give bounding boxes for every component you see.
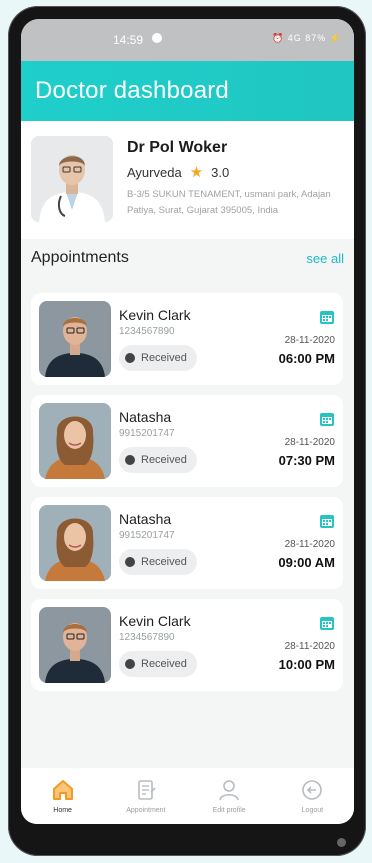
patient-avatar — [39, 505, 111, 581]
patient-phone: 9915201747 — [119, 530, 175, 541]
camera-dot-icon — [337, 838, 346, 847]
home-icon — [52, 780, 73, 800]
phone-device: 14:59 ⏰ 4G 87% ⚡ Doctor dashboard Dr Pol… — [8, 6, 366, 856]
appointment-time: 07:30 PM — [278, 453, 335, 468]
tab-appointment[interactable]: Appointment — [104, 768, 187, 824]
status-bar: 14:59 ⏰ 4G 87% ⚡ — [21, 19, 354, 61]
status-badge: Received — [119, 345, 197, 371]
appointments-title: Appointments — [31, 249, 129, 266]
appointment-time: 06:00 PM — [278, 351, 335, 366]
status-dot-icon — [125, 353, 135, 363]
appointment-card[interactable]: Natasha 9915201747 Received 28-11-2020 0… — [31, 395, 343, 487]
device-bottom-bezel — [8, 829, 366, 856]
appointment-card[interactable]: Kevin Clark 1234567890 Received 28-11-20… — [31, 599, 343, 691]
patient-name: Natasha — [119, 409, 172, 425]
patient-avatar — [39, 301, 111, 377]
tab-logout-label: Logout — [301, 807, 324, 814]
calendar-icon — [320, 413, 334, 426]
appointments-header: Appointments see all — [31, 239, 344, 277]
doctor-specialty-row: Ayurveda ★ 3.0 — [127, 163, 229, 181]
status-time: 14:59 — [113, 33, 144, 47]
appointment-date: 28-11-2020 — [284, 437, 335, 448]
app-header: Doctor dashboard — [21, 61, 354, 121]
status-badge: Received — [119, 447, 197, 473]
status-dot-icon — [125, 659, 135, 669]
page-title: Doctor dashboard — [35, 77, 229, 104]
appointment-time: 09:00 AM — [278, 555, 335, 570]
appointment-card[interactable]: Kevin Clark 1234567890 Received 28-11-20… — [31, 293, 343, 385]
appointment-date: 28-11-2020 — [284, 335, 335, 346]
tab-logout[interactable]: Logout — [271, 768, 354, 824]
tab-edit-profile[interactable]: Edit profile — [188, 768, 271, 824]
appointment-card[interactable]: Natasha 9915201747 Received 28-11-2020 0… — [31, 497, 343, 589]
status-dot-icon — [125, 557, 135, 567]
see-all-link[interactable]: see all — [306, 251, 344, 266]
doctor-avatar — [31, 136, 113, 222]
appointment-date: 28-11-2020 — [284, 641, 335, 652]
doctor-rating: 3.0 — [211, 164, 230, 180]
status-dot-icon — [125, 455, 135, 465]
tab-home-label: Home — [53, 807, 72, 814]
patient-avatar — [39, 607, 111, 683]
status-text: Received — [141, 352, 187, 364]
tab-appointment-label: Appointment — [126, 807, 166, 814]
doctor-name: Dr Pol Woker — [127, 139, 228, 156]
appointment-date: 28-11-2020 — [284, 539, 335, 550]
logout-icon — [302, 780, 323, 800]
status-text: Received — [141, 454, 187, 466]
calendar-icon — [320, 311, 334, 324]
patient-phone: 1234567890 — [119, 632, 175, 643]
patient-name: Kevin Clark — [119, 307, 191, 323]
tab-edit-profile-label: Edit profile — [212, 807, 246, 814]
calendar-icon — [320, 617, 334, 630]
star-icon: ★ — [189, 164, 204, 181]
status-badge: Received — [119, 549, 197, 575]
doctor-profile-card[interactable]: Dr Pol Woker Ayurveda ★ 3.0 B-3/5 SUKUN … — [21, 121, 354, 239]
patient-phone: 1234567890 — [119, 326, 175, 337]
status-text: Received — [141, 556, 187, 568]
patient-name: Natasha — [119, 511, 172, 527]
patient-avatar — [39, 403, 111, 479]
status-badge: Received — [119, 651, 197, 677]
patient-phone: 9915201747 — [119, 428, 175, 439]
appointment-icon — [138, 780, 156, 800]
status-indicators: ⏰ 4G 87% ⚡ — [272, 33, 342, 43]
patient-name: Kevin Clark — [119, 613, 191, 629]
appointment-time: 10:00 PM — [278, 657, 335, 672]
doctor-specialty: Ayurveda — [127, 164, 182, 180]
app-screen: 14:59 ⏰ 4G 87% ⚡ Doctor dashboard Dr Pol… — [21, 19, 354, 824]
doctor-address: B-3/5 SUKUN TENAMENT, usmani park, Adaja… — [127, 189, 331, 216]
bottom-tab-bar: Home Appointment Edit profile Logout — [21, 768, 354, 824]
user-icon — [219, 780, 239, 801]
status-text: Received — [141, 658, 187, 670]
notification-icon — [152, 33, 162, 43]
calendar-icon — [320, 515, 334, 528]
tab-home[interactable]: Home — [21, 768, 104, 824]
